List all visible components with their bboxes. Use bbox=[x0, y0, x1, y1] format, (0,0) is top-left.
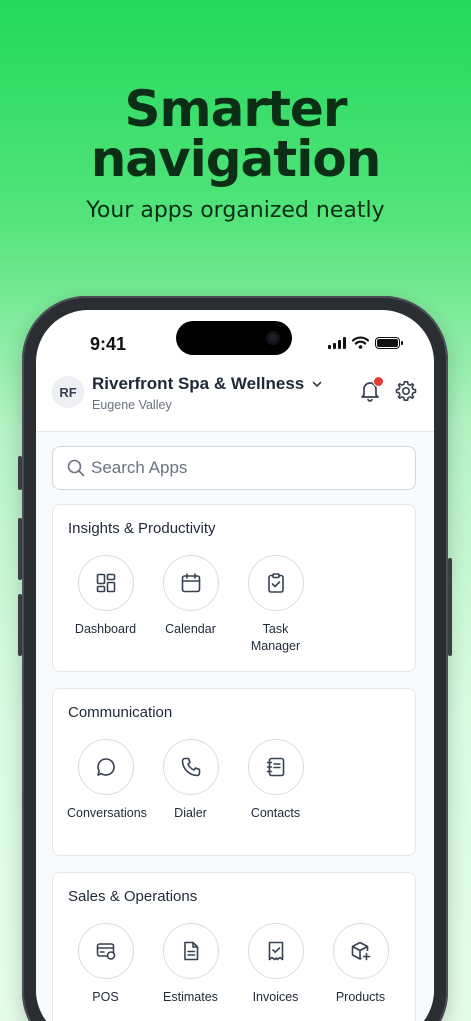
hero-title: Smarter navigation bbox=[0, 84, 471, 184]
battery-icon bbox=[375, 336, 403, 349]
wifi-icon bbox=[352, 336, 369, 349]
app-label: Invoices bbox=[252, 990, 299, 1004]
section-title: Sales & Operations bbox=[68, 888, 198, 905]
app-label: Dashboard bbox=[74, 622, 137, 636]
app-dialer[interactable]: Dialer bbox=[148, 739, 233, 822]
avatar[interactable]: RF bbox=[52, 376, 84, 408]
hero: Smarter navigation Your apps organized n… bbox=[0, 0, 471, 223]
search-icon bbox=[67, 459, 85, 477]
app-label: Estimates bbox=[163, 990, 218, 1004]
status-time: 9:41 bbox=[90, 334, 127, 354]
phone-action-button bbox=[18, 456, 22, 490]
app-header: RF Riverfront Spa & Wellness Eugene Vall… bbox=[36, 370, 434, 432]
app-label: Calendar bbox=[165, 622, 216, 636]
gear-icon[interactable] bbox=[394, 379, 418, 403]
app-label: Conversations bbox=[67, 806, 147, 820]
dynamic-island bbox=[176, 321, 292, 355]
section-sales-operations: Sales & Operations POS Estimates Invoice… bbox=[52, 872, 416, 1021]
app-conversations[interactable]: Conversations bbox=[63, 739, 148, 822]
section-communication: Communication Conversations Dialer Conta… bbox=[52, 688, 416, 856]
phone-volume-down-button bbox=[18, 594, 22, 656]
hero-title-line2: navigation bbox=[90, 130, 382, 188]
business-location: Eugene Valley bbox=[92, 398, 172, 412]
box-plus-icon bbox=[351, 941, 370, 961]
app-label: Dialer bbox=[174, 806, 207, 820]
cellular-signal-icon bbox=[328, 336, 346, 349]
phone-power-button bbox=[448, 558, 452, 656]
section-insights-productivity: Insights & Productivity Dashboard Calend… bbox=[52, 504, 416, 672]
app-label: Contacts bbox=[250, 806, 301, 820]
document-icon bbox=[183, 941, 198, 961]
app-invoices[interactable]: Invoices bbox=[233, 923, 318, 1006]
section-title: Communication bbox=[68, 704, 173, 721]
clipboard-check-icon bbox=[267, 573, 284, 593]
business-switcher[interactable]: Riverfront Spa & Wellness bbox=[92, 374, 322, 394]
status-icons bbox=[328, 336, 403, 349]
app-dashboard[interactable]: Dashboard bbox=[63, 555, 148, 655]
pos-terminal-icon bbox=[96, 943, 115, 960]
invoice-check-icon bbox=[268, 941, 283, 961]
app-products[interactable]: Products bbox=[318, 923, 403, 1006]
hero-subtitle: Your apps organized neatly bbox=[86, 198, 385, 223]
phone-icon bbox=[181, 757, 200, 777]
search-input[interactable] bbox=[91, 455, 401, 481]
app-pos[interactable]: POS bbox=[63, 923, 148, 1006]
phone-frame: 9:41 RF Riverfront Spa & Wellness Eugene… bbox=[18, 296, 452, 1021]
dashboard-icon bbox=[96, 573, 115, 593]
app-label: Task Manager bbox=[250, 622, 301, 653]
hero-title-line1: Smarter bbox=[124, 80, 348, 138]
chat-bubble-icon bbox=[96, 758, 115, 776]
app-estimates[interactable]: Estimates bbox=[148, 923, 233, 1006]
phone-volume-up-button bbox=[18, 518, 22, 580]
app-calendar[interactable]: Calendar bbox=[148, 555, 233, 655]
calendar-icon bbox=[181, 573, 200, 593]
phone-screen: 9:41 RF Riverfront Spa & Wellness Eugene… bbox=[36, 310, 434, 1021]
app-label: Products bbox=[335, 990, 386, 1004]
status-bar: 9:41 bbox=[36, 310, 434, 370]
app-task-manager[interactable]: Task Manager bbox=[233, 555, 318, 655]
app-content: Insights & Productivity Dashboard bbox=[36, 432, 434, 1021]
app-label: POS bbox=[92, 990, 119, 1004]
search-box[interactable] bbox=[52, 446, 416, 490]
section-title: Insights & Productivity bbox=[68, 520, 216, 537]
chevron-down-icon bbox=[312, 381, 322, 387]
app-contacts[interactable]: Contacts bbox=[233, 739, 318, 822]
business-name: Riverfront Spa & Wellness bbox=[92, 374, 305, 393]
address-book-icon bbox=[266, 757, 284, 777]
notification-badge bbox=[373, 376, 384, 387]
